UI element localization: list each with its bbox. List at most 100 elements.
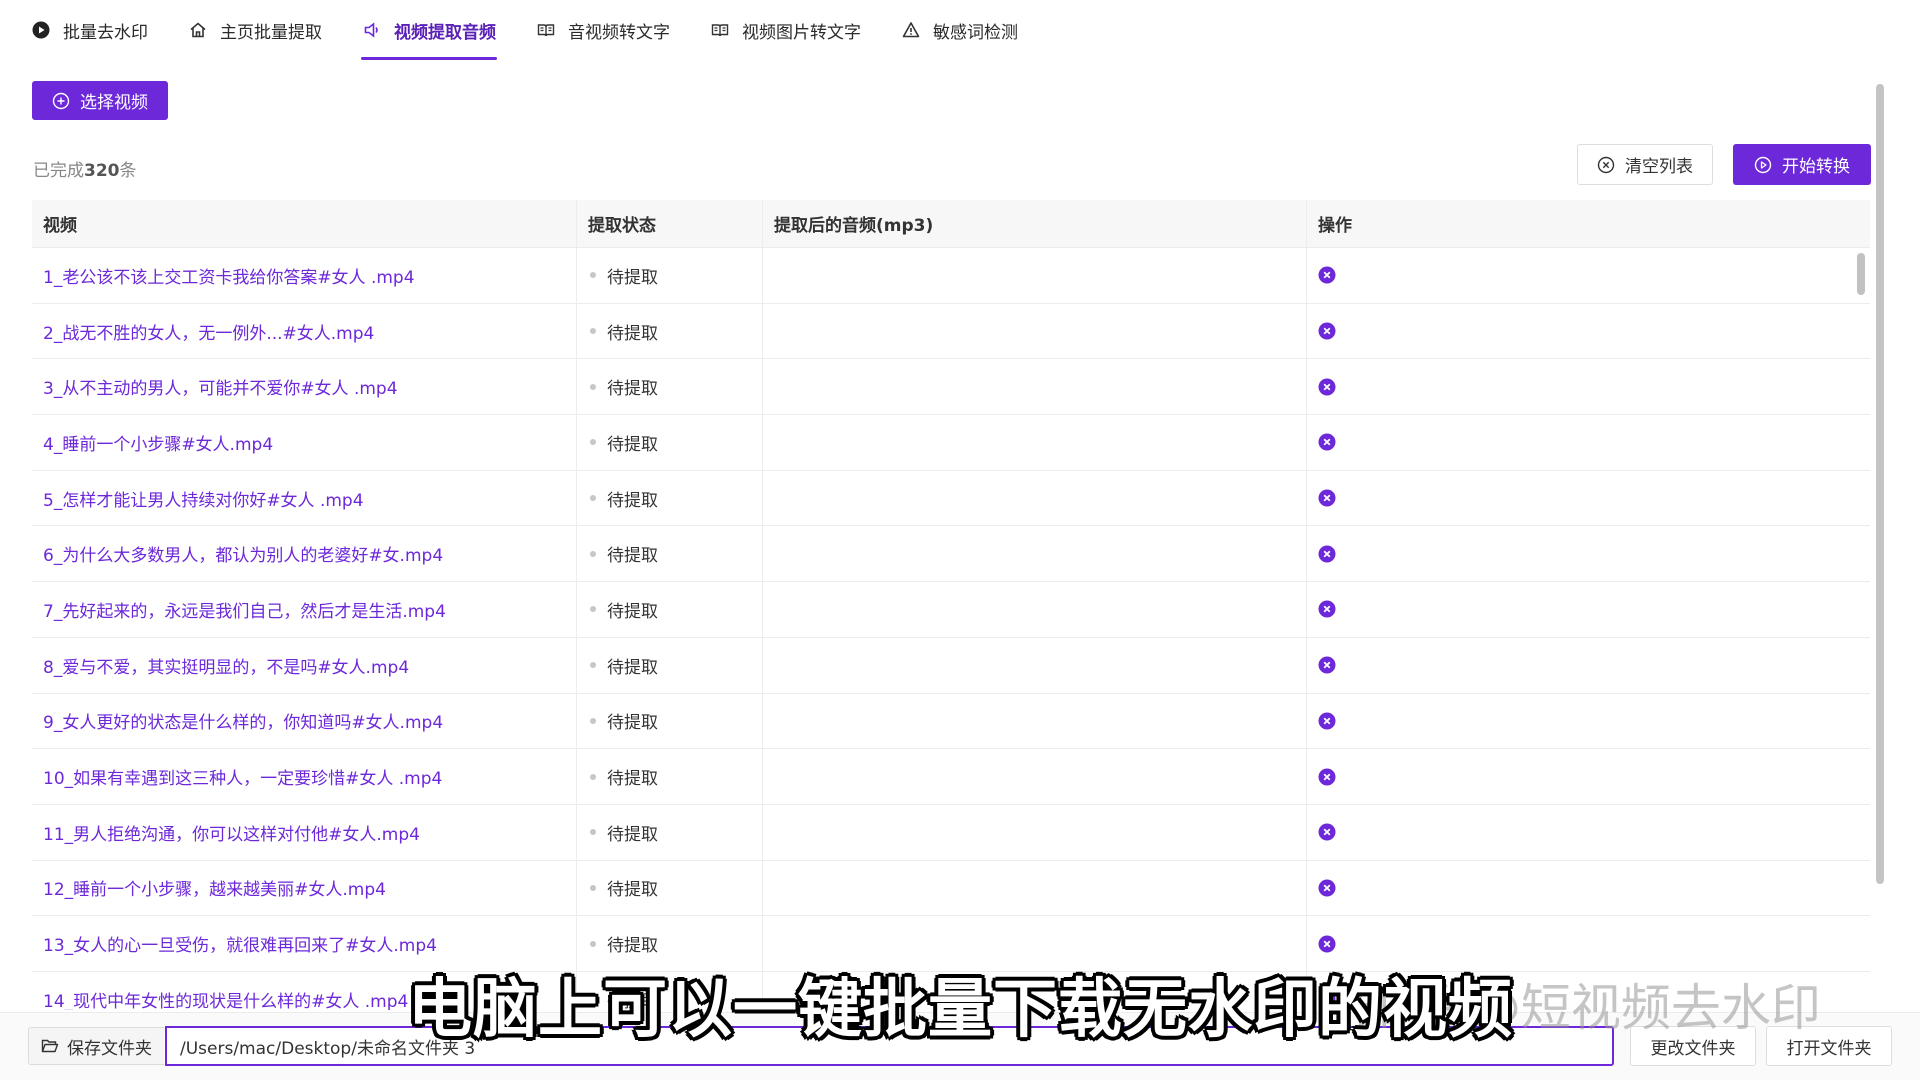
extract-status: 待提取 bbox=[577, 749, 763, 804]
audio-output bbox=[763, 470, 1307, 526]
video-filename-link[interactable]: 6_为什么大多数男人，都认为别人的老婆好#女.mp4 bbox=[32, 526, 577, 582]
delete-icon[interactable] bbox=[1318, 322, 1336, 340]
audio-output bbox=[763, 248, 1307, 303]
delete-icon[interactable] bbox=[1318, 545, 1336, 563]
status-dot bbox=[590, 829, 596, 836]
audio-output bbox=[763, 526, 1307, 582]
video-filename-link[interactable]: 3_从不主动的男人，可能并不爱你#女人 .mp4 bbox=[32, 359, 577, 415]
status-text: 待提取 bbox=[607, 323, 658, 344]
row-actions bbox=[1307, 471, 1854, 526]
status-text: 待提取 bbox=[607, 546, 658, 567]
play-circle-icon bbox=[31, 20, 51, 40]
video-filename-link[interactable]: 4_睡前一个小步骤#女人.mp4 bbox=[32, 415, 577, 470]
status-dot bbox=[590, 662, 596, 669]
app-window: 批量去水印 主页批量提取 视频提取音频 音视频转文字 视频图片转文字 敏感词检测… bbox=[0, 0, 1920, 1080]
status-dot bbox=[590, 550, 596, 557]
header-audio: 提取后的音频(mp3) bbox=[763, 200, 1307, 247]
video-filename-link[interactable]: 12_睡前一个小步骤，越来越美丽#女人.mp4 bbox=[32, 860, 577, 916]
video-filename-link[interactable]: 5_怎样才能让男人持续对你好#女人 .mp4 bbox=[32, 470, 577, 526]
delete-icon[interactable] bbox=[1318, 879, 1336, 897]
table-row: 5_怎样才能让男人持续对你好#女人 .mp4 待提取 bbox=[32, 470, 1870, 527]
plus-circle-icon bbox=[52, 92, 70, 110]
row-actions bbox=[1307, 526, 1854, 581]
table-row: 6_为什么大多数男人，都认为别人的老婆好#女.mp4 待提取 bbox=[32, 526, 1870, 583]
tab-av-to-text[interactable]: 音视频转文字 bbox=[535, 0, 671, 60]
tab-video-image-to-text[interactable]: 视频图片转文字 bbox=[709, 0, 862, 60]
table-row: 2_战无不胜的女人，无一例外...#女人.mp4 待提取 bbox=[32, 303, 1870, 360]
status-dot bbox=[590, 328, 596, 335]
header-status: 提取状态 bbox=[577, 200, 763, 247]
extract-status: 待提取 bbox=[577, 415, 763, 470]
delete-icon[interactable] bbox=[1318, 489, 1336, 507]
book-icon bbox=[710, 20, 730, 40]
clear-list-button[interactable]: 清空列表 bbox=[1577, 144, 1713, 185]
table-row: 10_如果有幸遇到这三种人，一定要珍惜#女人 .mp4 待提取 bbox=[32, 749, 1870, 805]
audio-output bbox=[763, 693, 1307, 749]
tab-batch-watermark[interactable]: 批量去水印 bbox=[30, 0, 149, 60]
status-text: 待提取 bbox=[607, 713, 658, 734]
select-video-button[interactable]: 选择视频 bbox=[32, 81, 168, 120]
video-filename-link[interactable]: 8_爱与不爱，其实挺明显的，不是吗#女人.mp4 bbox=[32, 637, 577, 693]
header-actions: 操作 bbox=[1318, 216, 1352, 236]
row-actions bbox=[1307, 582, 1854, 637]
delete-icon[interactable] bbox=[1318, 266, 1336, 284]
delete-icon[interactable] bbox=[1318, 823, 1336, 841]
table-row: 12_睡前一个小步骤，越来越美丽#女人.mp4 待提取 bbox=[32, 860, 1870, 917]
status-text: 待提取 bbox=[607, 824, 658, 845]
video-filename-link[interactable]: 10_如果有幸遇到这三种人，一定要珍惜#女人 .mp4 bbox=[32, 749, 577, 804]
row-actions bbox=[1307, 861, 1854, 916]
tab-label: 敏感词检测 bbox=[933, 22, 1018, 43]
status-dot bbox=[590, 383, 596, 390]
page-scrollbar[interactable] bbox=[1876, 84, 1884, 884]
start-convert-button[interactable]: 开始转换 bbox=[1733, 144, 1871, 185]
table-row: 7_先好起来的，永远是我们自己，然后才是生活.mp4 待提取 bbox=[32, 582, 1870, 638]
audio-output bbox=[763, 637, 1307, 693]
audio-output bbox=[763, 860, 1307, 916]
extract-status: 待提取 bbox=[577, 860, 763, 916]
video-table: 视频 提取状态 提取后的音频(mp3) 操作 1_老公该不该上交工资卡我给你答案… bbox=[32, 200, 1870, 1010]
delete-icon[interactable] bbox=[1318, 656, 1336, 674]
status-text: 待提取 bbox=[607, 769, 658, 790]
play-outline-icon bbox=[1754, 156, 1772, 174]
tab-homepage-batch[interactable]: 主页批量提取 bbox=[187, 0, 323, 60]
status-dot bbox=[590, 884, 596, 891]
close-circle-icon bbox=[1597, 156, 1615, 174]
audio-output bbox=[763, 359, 1307, 415]
audio-output bbox=[763, 749, 1307, 804]
status-text: 待提取 bbox=[607, 601, 658, 622]
delete-icon[interactable] bbox=[1318, 712, 1336, 730]
extract-status: 待提取 bbox=[577, 303, 763, 359]
video-filename-link[interactable]: 11_男人拒绝沟通，你可以这样对付他#女人.mp4 bbox=[32, 804, 577, 860]
row-actions bbox=[1307, 359, 1854, 414]
table-row: 8_爱与不爱，其实挺明显的，不是吗#女人.mp4 待提取 bbox=[32, 637, 1870, 694]
speaker-icon bbox=[362, 20, 382, 40]
tab-label: 主页批量提取 bbox=[220, 22, 322, 43]
book-icon bbox=[536, 20, 556, 40]
video-filename-link[interactable]: 7_先好起来的，永远是我们自己，然后才是生活.mp4 bbox=[32, 582, 577, 637]
status-text: 待提取 bbox=[607, 434, 658, 455]
delete-icon[interactable] bbox=[1318, 600, 1336, 618]
table-row: 3_从不主动的男人，可能并不爱你#女人 .mp4 待提取 bbox=[32, 359, 1870, 416]
tab-sensitive-words[interactable]: 敏感词检测 bbox=[900, 0, 1019, 60]
video-filename-link[interactable]: 9_女人更好的状态是什么样的，你知道吗#女人.mp4 bbox=[32, 693, 577, 749]
status-text: 待提取 bbox=[607, 379, 658, 400]
delete-icon[interactable] bbox=[1318, 768, 1336, 786]
clear-list-label: 清空列表 bbox=[1625, 157, 1693, 177]
table-body: 1_老公该不该上交工资卡我给你答案#女人 .mp4 待提取 2_战无不胜的女人，无一… bbox=[32, 248, 1870, 1010]
row-actions bbox=[1307, 415, 1854, 470]
table-scrollbar[interactable] bbox=[1857, 253, 1865, 295]
row-actions bbox=[1307, 805, 1854, 860]
extract-status: 待提取 bbox=[577, 693, 763, 749]
extract-status: 待提取 bbox=[577, 470, 763, 526]
audio-output bbox=[763, 804, 1307, 860]
tab-video-extract-audio[interactable]: 视频提取音频 bbox=[361, 0, 497, 60]
delete-icon[interactable] bbox=[1318, 433, 1336, 451]
video-filename-link[interactable]: 2_战无不胜的女人，无一例外...#女人.mp4 bbox=[32, 303, 577, 359]
video-filename-link[interactable]: 1_老公该不该上交工资卡我给你答案#女人 .mp4 bbox=[32, 248, 577, 303]
top-nav: 批量去水印 主页批量提取 视频提取音频 音视频转文字 视频图片转文字 敏感词检测 bbox=[0, 0, 1920, 64]
delete-icon[interactable] bbox=[1318, 378, 1336, 396]
delete-icon[interactable] bbox=[1318, 935, 1336, 953]
row-actions bbox=[1307, 694, 1854, 749]
tab-label: 音视频转文字 bbox=[568, 22, 670, 43]
extract-status: 待提取 bbox=[577, 582, 763, 637]
